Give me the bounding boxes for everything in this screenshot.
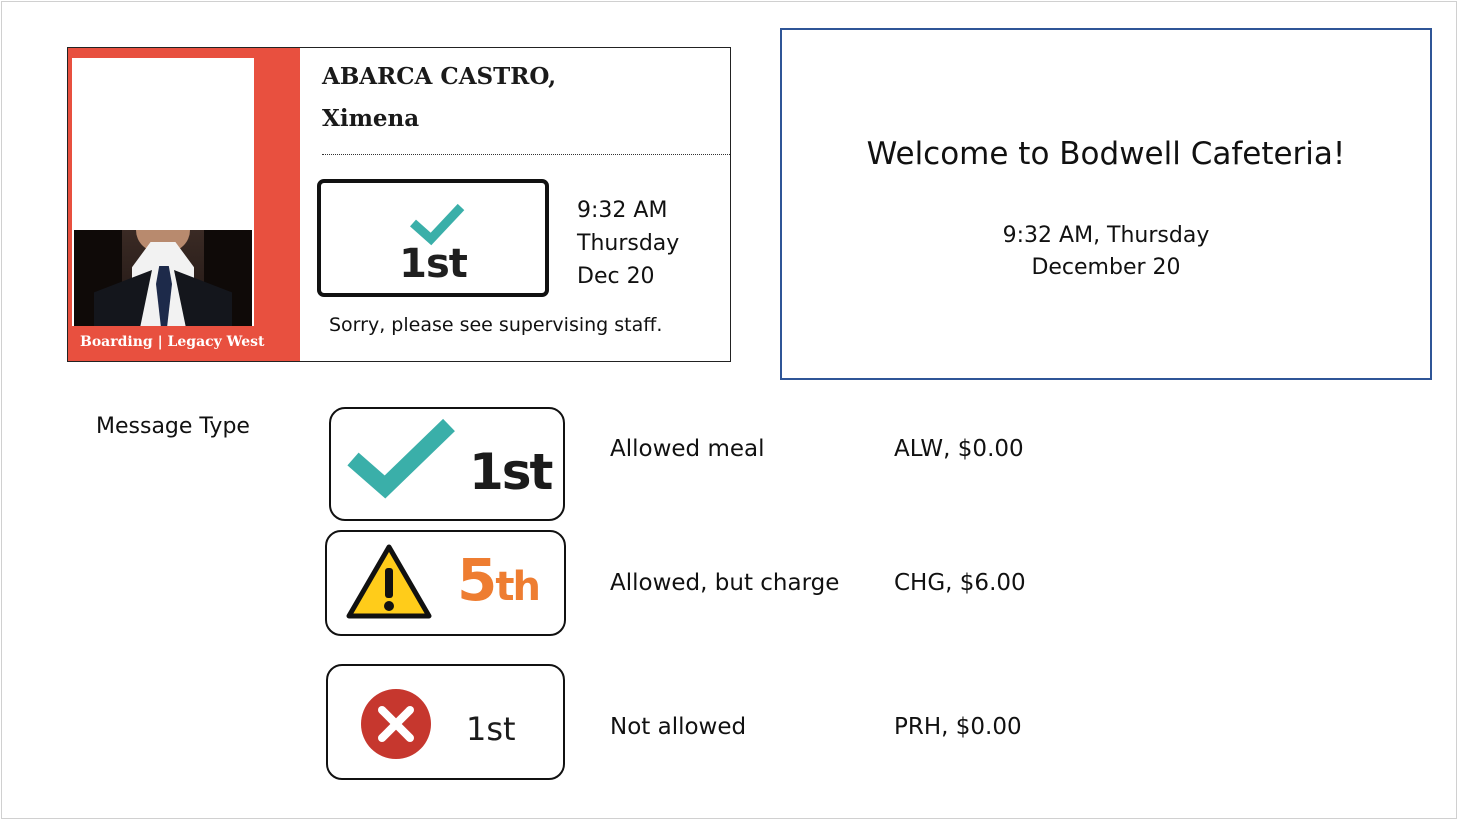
charge-code: CHG, $6.00 — [894, 570, 1026, 596]
welcome-panel: Welcome to Bodwell Cafeteria! 9:32 AM, T… — [780, 28, 1432, 380]
meal-count: 1st — [399, 241, 468, 287]
student-name-line2: Ximena — [322, 105, 420, 132]
allowed-count: 1st — [469, 443, 553, 501]
welcome-timestamp: 9:32 AM, Thursday December 20 — [782, 220, 1430, 284]
card-weekday: Thursday — [577, 231, 680, 256]
welcome-time-line: 9:32 AM, Thursday — [1002, 223, 1210, 248]
student-photo — [72, 58, 254, 326]
allowed-code: ALW, $0.00 — [894, 436, 1024, 462]
message-type-allowed: 1st — [329, 407, 565, 521]
message-type-denied: 1st — [326, 664, 565, 780]
warning-icon — [346, 544, 432, 619]
name-divider — [322, 154, 730, 155]
card-sidebar: Boarding | Legacy West — [68, 48, 300, 361]
card-time: 9:32 AM — [577, 198, 668, 223]
allowed-description: Allowed meal — [610, 436, 765, 462]
denied-count: 1st — [466, 710, 516, 748]
charge-count: 5th — [457, 546, 541, 614]
student-photo-image — [74, 230, 252, 326]
welcome-date-line: December 20 — [1031, 255, 1181, 280]
checkmark-icon — [347, 418, 455, 499]
charge-count-number: 5 — [457, 546, 497, 614]
card-date: Dec 20 — [577, 264, 655, 289]
denied-x-icon — [361, 689, 431, 759]
legend-heading: Message Type — [96, 414, 250, 439]
student-name: ABARCA CASTRO, Ximena — [322, 56, 722, 140]
denied-description: Not allowed — [610, 714, 747, 740]
status-message: Sorry, please see supervising staff. — [329, 314, 663, 336]
charge-count-suffix: th — [495, 564, 541, 610]
denied-code: PRH, $0.00 — [894, 714, 1022, 740]
student-card: Boarding | Legacy West ABARCA CASTRO, Xi… — [67, 47, 731, 362]
student-name-line1: ABARCA CASTRO, — [322, 63, 557, 90]
welcome-title: Welcome to Bodwell Cafeteria! — [866, 136, 1346, 172]
program-label: Boarding | Legacy West — [80, 334, 265, 350]
card-timestamp: 9:32 AM Thursday Dec 20 — [577, 194, 679, 293]
meal-status-box: 1st — [317, 179, 549, 297]
charge-description: Allowed, but charge — [610, 570, 840, 596]
message-type-charge: 5th — [325, 530, 566, 636]
